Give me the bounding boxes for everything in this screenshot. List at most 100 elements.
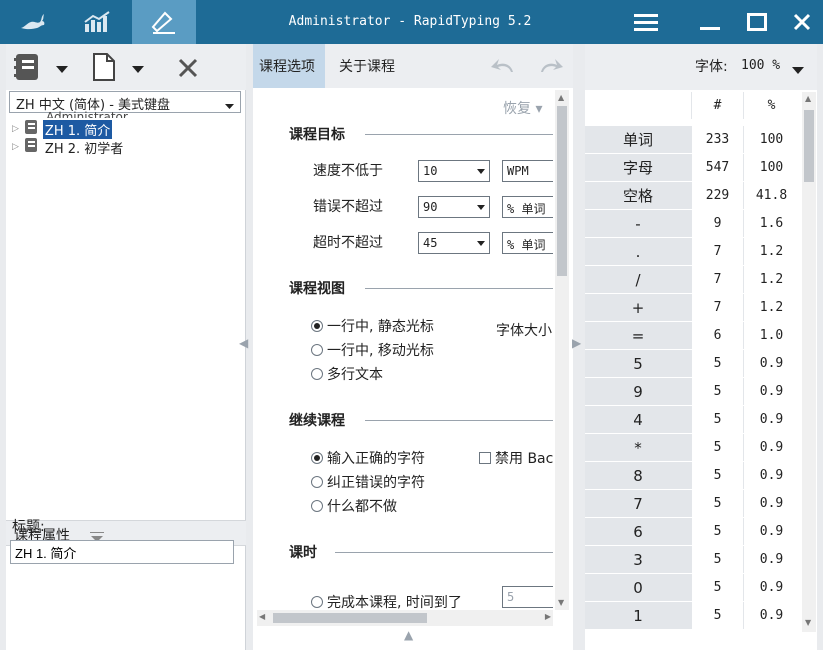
radio-indicator xyxy=(311,596,323,608)
timeout-unit-value: % 单词 xyxy=(507,238,546,252)
radio-indicator xyxy=(311,452,323,464)
divider xyxy=(365,420,553,421)
scroll-down-icon[interactable]: ▼ xyxy=(558,598,564,607)
statistics-chart-icon[interactable] xyxy=(66,0,130,44)
table-row: . 7 1.2 xyxy=(585,238,801,266)
char-cell: = xyxy=(585,322,691,349)
tree-item-lesson-1[interactable]: ▷ ZH 1. 简介 xyxy=(12,119,113,139)
chevron-down-icon[interactable] xyxy=(132,62,144,78)
percent-cell: 100 xyxy=(743,154,799,181)
restore-button[interactable]: 恢复 ▾ xyxy=(503,98,542,118)
count-cell: 229 xyxy=(691,182,743,209)
collapse-right-icon[interactable]: ▶ xyxy=(572,336,581,350)
collapse-left-icon[interactable]: ◀ xyxy=(239,336,248,350)
scroll-thumb[interactable] xyxy=(804,110,814,182)
time-input[interactable]: 5 xyxy=(502,586,553,608)
radio-indicator xyxy=(311,476,323,488)
restore-label: 恢复 xyxy=(503,101,531,117)
scroll-right-icon[interactable]: ▶ xyxy=(545,612,551,621)
continue-nothing-radio[interactable]: 什么都不做 xyxy=(311,496,397,516)
stats-toolbar: 字体: 100 % xyxy=(585,44,817,90)
table-row: 5 5 0.9 xyxy=(585,350,801,378)
tree-toolbar xyxy=(6,44,246,90)
stats-scrollbar[interactable]: ▲ ▼ xyxy=(802,92,816,632)
font-zoom-value[interactable]: 100 % xyxy=(741,58,780,73)
errors-unit-select[interactable]: % 单词 xyxy=(502,196,553,218)
new-document-icon[interactable] xyxy=(92,52,116,86)
undo-icon[interactable] xyxy=(489,56,517,80)
count-cell: 5 xyxy=(691,350,743,377)
percent-cell: 1.2 xyxy=(743,238,799,265)
scroll-down-icon[interactable]: ▼ xyxy=(805,618,811,627)
chevron-down-icon xyxy=(477,241,485,246)
percent-cell: 0.9 xyxy=(743,462,799,489)
font-size-label: 字体大小 xyxy=(496,323,552,339)
view-static-cursor-radio[interactable]: 一行中, 静态光标 xyxy=(311,316,434,336)
scroll-up-icon[interactable]: ▲ xyxy=(805,94,811,103)
timeout-unit-select[interactable]: % 单词 xyxy=(502,232,553,254)
radio-indicator xyxy=(311,344,323,356)
percent-cell: 0.9 xyxy=(743,602,799,629)
speed-unit-select[interactable]: WPM xyxy=(502,160,553,182)
scroll-thumb[interactable] xyxy=(273,613,427,623)
continue-correct-radio[interactable]: 输入正确的字符 xyxy=(311,448,425,468)
window-title: Administrator - RapidTyping 5.2 xyxy=(288,14,532,29)
percent-cell: 1.2 xyxy=(743,266,799,293)
redo-icon[interactable] xyxy=(537,56,565,80)
tree-item-lesson-2[interactable]: ▷ ZH 2. 初学者 xyxy=(12,138,125,157)
vertical-scrollbar[interactable]: ▲ ▼ xyxy=(555,90,569,610)
tab-lesson-options[interactable]: 课程选项 xyxy=(253,44,325,88)
percent-cell: 0.9 xyxy=(743,518,799,545)
percent-cell: 0.9 xyxy=(743,378,799,405)
lesson-title-input[interactable] xyxy=(10,540,234,564)
rabbit-icon[interactable] xyxy=(0,0,64,44)
view-moving-cursor-radio[interactable]: 一行中, 移动光标 xyxy=(311,340,434,360)
char-cell: 6 xyxy=(585,518,691,545)
char-cell: - xyxy=(585,210,691,237)
table-row: 空格 229 41.8 xyxy=(585,182,801,210)
chevron-down-icon xyxy=(477,169,485,174)
table-row: 字母 547 100 xyxy=(585,154,801,182)
menu-icon[interactable] xyxy=(622,0,670,44)
close-icon[interactable] xyxy=(778,0,823,44)
scroll-thumb[interactable] xyxy=(557,106,567,276)
char-cell: 9 xyxy=(585,378,691,405)
complete-on-time-radio[interactable]: 完成本课程, 时间到了 xyxy=(311,592,462,612)
time-value: 5 xyxy=(507,590,515,604)
disable-backspace-checkbox[interactable]: 禁用 Bac xyxy=(479,448,553,468)
radio-label: 输入正确的字符 xyxy=(327,451,425,467)
percent-cell: 0.9 xyxy=(743,574,799,601)
speed-select[interactable]: 10 xyxy=(418,160,490,182)
expand-icon[interactable]: ▷ xyxy=(12,124,19,134)
scroll-left-icon[interactable]: ◀ xyxy=(259,612,265,621)
tab-about-lesson[interactable]: 关于课程 xyxy=(333,44,401,88)
table-row: 6 5 0.9 xyxy=(585,518,801,546)
editor-brush-icon[interactable] xyxy=(132,0,196,44)
course-book-icon[interactable] xyxy=(12,52,42,86)
scroll-up-icon[interactable]: ▲ xyxy=(558,93,564,102)
checkbox-label: 禁用 Bac xyxy=(495,451,553,467)
expand-icon[interactable]: ▷ xyxy=(12,142,19,152)
table-row: 3 5 0.9 xyxy=(585,546,801,574)
horizontal-scrollbar[interactable]: ◀ ▶ xyxy=(257,610,553,626)
char-cell: + xyxy=(585,294,691,321)
chevron-down-icon[interactable] xyxy=(56,62,68,78)
char-cell: / xyxy=(585,266,691,293)
tree-ghost-text: Administrator xyxy=(46,110,128,118)
table-row: 4 5 0.9 xyxy=(585,406,801,434)
chevron-down-icon[interactable] xyxy=(792,63,804,79)
minimize-icon[interactable] xyxy=(686,0,734,44)
radio-label: 什么都不做 xyxy=(327,499,397,515)
collapse-bottom-icon[interactable]: ▲ xyxy=(404,628,413,642)
radio-indicator xyxy=(311,320,323,332)
errors-select[interactable]: 90 xyxy=(418,196,490,218)
char-cell: * xyxy=(585,434,691,461)
view-multiline-radio[interactable]: 多行文本 xyxy=(311,364,383,384)
delete-icon[interactable] xyxy=(178,58,198,82)
timeout-select[interactable]: 45 xyxy=(418,232,490,254)
continue-fix-radio[interactable]: 纠正错误的字符 xyxy=(311,472,425,492)
count-cell: 9 xyxy=(691,210,743,237)
count-cell: 5 xyxy=(691,518,743,545)
radio-indicator xyxy=(311,368,323,380)
maximize-icon[interactable] xyxy=(733,0,781,44)
